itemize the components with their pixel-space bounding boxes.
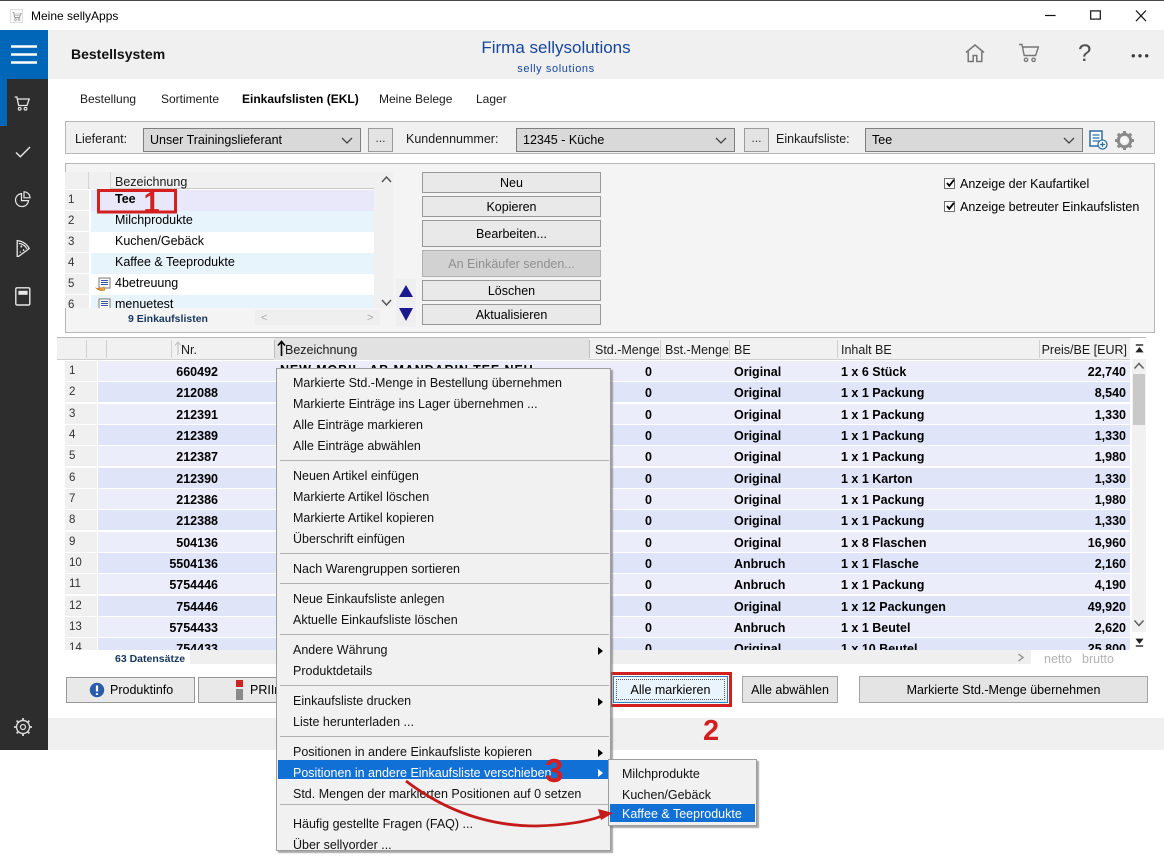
svg-text:1: 1 (144, 187, 160, 219)
svg-text:3: 3 (545, 752, 563, 789)
svg-text:2: 2 (703, 715, 719, 747)
